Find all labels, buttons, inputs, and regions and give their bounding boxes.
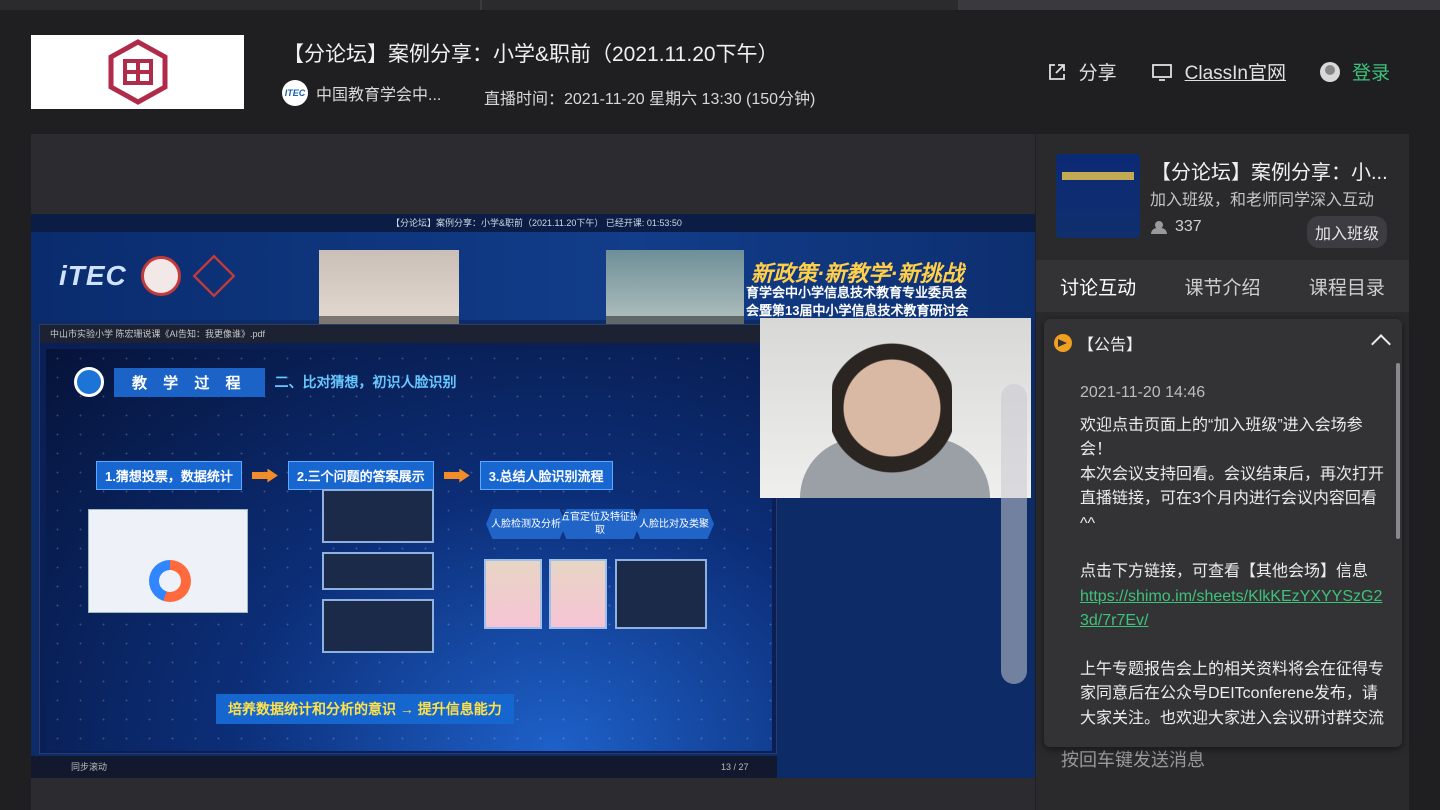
pdf-title: 中山市实验小学 陈宏珊说课《AI告知：我更像谁》.pdf: [40, 325, 776, 343]
step-2: 2.三个问题的答案展示: [287, 461, 434, 490]
tab-strip-segment: [482, 0, 958, 10]
announcement-date: 2021-11-20 14:46: [1080, 384, 1206, 401]
tab-discussion[interactable]: 讨论互动: [1060, 273, 1136, 300]
tab-strip-segment: [0, 0, 480, 10]
chevron-up-icon[interactable]: [1371, 334, 1391, 354]
announcement-popup: 【公告】 2021-11-20 14:46 欢迎点击页面上的“加入班级”进入会场…: [1044, 319, 1402, 747]
organizer-logo-icon: [192, 254, 236, 298]
course-title: 【分论坛】案例分享：小...: [1151, 162, 1388, 184]
participant-camera-2: [606, 250, 744, 330]
share-button[interactable]: 分享: [1047, 58, 1117, 85]
slide-section-header: 教 学 过 程 二、比对猜想，初识人脸识别: [74, 367, 457, 397]
face-compare-screenshot: [615, 559, 707, 629]
answer-screenshot: [322, 552, 434, 590]
other-venues-link[interactable]: https://shimo.im/sheets/KlkKEzYXYYSzG23d…: [1080, 585, 1386, 634]
announcement-scrollbar[interactable]: [1396, 363, 1400, 539]
student-photo: [549, 559, 607, 629]
arrow-right-icon: [251, 468, 278, 483]
announcement-paragraph: 本次会议支持回看。会议结束后，再次打开直播链接，可在3个月内进行会议内容回看^^: [1080, 465, 1385, 532]
page-indicator: 13 / 27: [721, 762, 749, 772]
organizer-name[interactable]: 中国教育学会中...: [316, 81, 441, 105]
stream-status-bar: 【分论坛】案例分享：小学&职前（2021.11.20下午） 已经开课: 01:5…: [31, 214, 1035, 232]
share-icon: [1048, 63, 1065, 80]
page-title: 【分论坛】案例分享：小学&职前（2021.11.20下午）: [283, 43, 779, 66]
pdf-footer-bar: 同步滚动 13 / 27: [31, 756, 777, 778]
arrow-right-icon: [443, 468, 470, 483]
whiteboard-toolbar: [1001, 384, 1027, 684]
course-logo: [31, 35, 244, 109]
login-button[interactable]: 登录: [1319, 58, 1390, 85]
itec-logo: iTEC: [59, 260, 127, 291]
organizer[interactable]: ITEC 中国教育学会中...: [282, 80, 441, 106]
donut-chart-icon: [149, 560, 191, 602]
live-video-player[interactable]: 【分论坛】案例分享：小学&职前（2021.11.20下午） 已经开课: 01:5…: [31, 134, 1035, 810]
globe-icon: [74, 367, 104, 397]
join-class-button[interactable]: 加入班级: [1306, 216, 1387, 248]
member-count: 337: [1151, 218, 1202, 236]
live-time: 直播时间：2021-11-20 星期六 13:30 (150分钟): [484, 91, 816, 108]
presenter-face: [832, 336, 952, 496]
announcement-header: 【公告】: [1054, 331, 1142, 355]
megaphone-icon: [1054, 334, 1072, 352]
member-count-value: 337: [1175, 218, 1202, 235]
sidebar-tabs: 讨论互动 课节介绍 课程目录: [1036, 260, 1409, 312]
banner-conference-name: 育学会中小学信息技术教育专业委员会 会暨第13届中小学信息技术教育研讨会: [746, 284, 968, 320]
shared-pdf-window: 中山市实验小学 陈宏珊说课《AI告知：我更像谁》.pdf 教 学 过 程 二、比…: [39, 324, 777, 754]
monitor-icon: [1151, 63, 1172, 81]
course-cover: [1056, 154, 1140, 238]
process-steps: 1.猜想投票，数据统计 2.三个问题的答案展示 3.总结人脸识别流程: [96, 461, 613, 490]
flow-step-2: 五官定位及特征提取: [560, 509, 640, 539]
university-seal-icon: [140, 256, 181, 296]
organizer-avatar: ITEC: [282, 80, 308, 106]
conference-banner: iTEC 新政策·新教学·新挑战 育学会中小学信息技术教育专业委员会 会暨第13…: [31, 232, 1035, 330]
classin-website-label: ClassIn官网: [1184, 63, 1286, 84]
section-tag: 教 学 过 程: [114, 367, 265, 397]
pdf-slide: 教 学 过 程 二、比对猜想，初识人脸识别 1.猜想投票，数据统计 2.三个问题…: [46, 349, 772, 751]
presenter-camera: [760, 318, 1031, 498]
sync-scroll-label[interactable]: 同步滚动: [71, 762, 107, 772]
course-subtitle: 加入班级，和老师同学深入互动: [1150, 192, 1375, 209]
slide-conclusion-banner: 培养数据统计和分析的意识 → 提升信息能力: [216, 694, 514, 724]
banner-logos: iTEC: [59, 254, 236, 298]
step-3: 3.总结人脸识别流程: [479, 461, 613, 490]
answer-screenshot: [322, 489, 434, 543]
vote-stats-panel: [88, 509, 248, 613]
user-avatar-icon: [1319, 61, 1340, 82]
announcement-paragraph: 点击下方链接，可查看【其他会场】信息: [1080, 563, 1369, 580]
header-actions: 分享 ClassIn官网 登录: [1047, 58, 1390, 85]
tab-lesson-intro[interactable]: 课节介绍: [1184, 273, 1260, 300]
announcement-body: 2021-11-20 14:46 欢迎点击页面上的“加入班级”进入会场参会！ 本…: [1080, 381, 1386, 731]
login-label: 登录: [1351, 63, 1390, 84]
student-photo: [484, 559, 542, 629]
window-top-strip: [0, 0, 1440, 10]
flow-step-3: 人脸比对及类聚: [634, 509, 714, 539]
participant-camera-1: [319, 250, 459, 330]
message-input[interactable]: 按回车键发送消息: [1061, 746, 1205, 772]
announcement-title: 【公告】: [1078, 337, 1143, 354]
flow-step-1: 人脸检测及分析: [486, 509, 566, 539]
announcement-paragraph: 上午专题报告会上的相关资料将会在征得专家同意后在公众号DEITconferene…: [1080, 660, 1385, 727]
tab-course-catalog[interactable]: 课程目录: [1309, 273, 1385, 300]
classin-website-link[interactable]: ClassIn官网: [1151, 58, 1286, 85]
step-1: 1.猜想投票，数据统计: [96, 461, 242, 490]
share-label: 分享: [1078, 63, 1117, 84]
logo-icon: [108, 39, 167, 105]
section-subtitle: 二、比对猜想，初识人脸识别: [274, 374, 457, 390]
answer-screenshot: [322, 599, 434, 653]
announcement-paragraph: 欢迎点击页面上的“加入班级”进入会场参会！: [1080, 416, 1363, 459]
page-header: 【分论坛】案例分享：小学&职前（2021.11.20下午） ITEC 中国教育学…: [0, 10, 1440, 134]
stream-frame: 【分论坛】案例分享：小学&职前（2021.11.20下午） 已经开课: 01:5…: [31, 214, 1035, 778]
people-icon: [1151, 221, 1167, 234]
conference-line-1: 育学会中小学信息技术教育专业委员会: [746, 285, 968, 300]
